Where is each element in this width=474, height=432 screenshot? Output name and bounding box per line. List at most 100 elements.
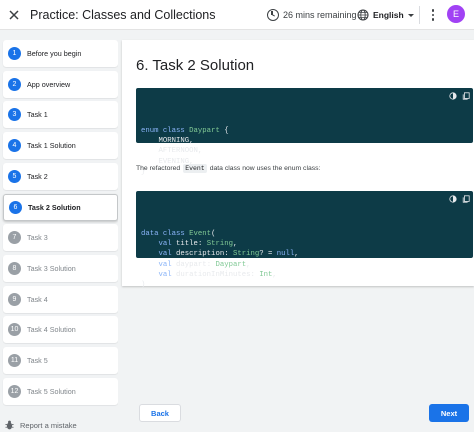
chevron-down-icon bbox=[407, 13, 414, 17]
code-token: enum class bbox=[141, 126, 190, 135]
code-token: , bbox=[246, 260, 251, 269]
sidebar-step[interactable]: 7 Task 3 bbox=[3, 224, 118, 252]
sidebar-step[interactable]: 4 Task 1 Solution bbox=[3, 132, 118, 160]
step-label: Task 4 Solution bbox=[27, 325, 76, 335]
step-label: Task 3 bbox=[27, 233, 48, 243]
sidebar-step[interactable]: 9 Task 4 bbox=[3, 285, 118, 313]
time-remaining-text: 26 mins remaining bbox=[283, 10, 357, 20]
code-token: , bbox=[272, 271, 277, 280]
sidebar-step[interactable]: 2 App overview bbox=[3, 70, 118, 98]
sidebar-step[interactable]: 6 Task 2 Solution bbox=[3, 193, 118, 221]
paragraph-text-start: The refactored bbox=[136, 165, 181, 172]
code-block-enum: enum class Daypart { MORNING, AFTERNOON,… bbox=[136, 88, 473, 176]
inline-code: Event bbox=[183, 164, 207, 173]
sidebar-step[interactable]: 3 Task 1 bbox=[3, 101, 118, 129]
code-token: Int bbox=[259, 271, 273, 280]
sidebar-step[interactable]: 1 Before you begin bbox=[3, 40, 118, 67]
step-number: 6 bbox=[9, 200, 22, 214]
code-token: Daypart bbox=[215, 260, 247, 269]
step-number: 12 bbox=[8, 384, 21, 398]
code-block-data-class: data class Event( val title: String, val… bbox=[136, 191, 473, 289]
step-label: App overview bbox=[27, 79, 71, 89]
code-token: , bbox=[232, 240, 238, 249]
sidebar-step[interactable]: 5 Task 2 bbox=[3, 162, 118, 190]
code-token: , bbox=[294, 250, 299, 259]
step-label: Task 3 Solution bbox=[27, 263, 76, 273]
next-button[interactable]: Next bbox=[429, 404, 469, 422]
code-token: ) bbox=[141, 281, 146, 290]
theme-toggle-icon[interactable] bbox=[449, 195, 457, 203]
step-title: 6. Task 2 Solution bbox=[136, 57, 255, 74]
code-line: val daypart: Daypart, bbox=[141, 260, 473, 270]
code-token: : bbox=[197, 240, 207, 249]
copy-icon[interactable] bbox=[462, 195, 470, 203]
bug-icon bbox=[5, 420, 14, 430]
step-number: 1 bbox=[8, 47, 21, 60]
step-number: 7 bbox=[8, 231, 21, 245]
code-line: ) bbox=[141, 280, 473, 290]
more-options-button[interactable] bbox=[428, 6, 438, 24]
code-token: String bbox=[232, 250, 260, 259]
step-label: Before you begin bbox=[27, 49, 82, 58]
avatar[interactable]: E bbox=[447, 5, 465, 23]
close-icon bbox=[9, 9, 19, 20]
code-line: enum class Daypart { bbox=[141, 126, 473, 136]
close-button[interactable] bbox=[0, 0, 28, 30]
code-token: ? = bbox=[259, 250, 277, 259]
sidebar-step[interactable]: 8 Task 3 Solution bbox=[3, 254, 118, 282]
code-token: val bbox=[141, 260, 177, 269]
code-token: String bbox=[206, 240, 233, 249]
code-token: title bbox=[176, 240, 198, 249]
code-token: Event bbox=[189, 229, 212, 238]
code-token: val bbox=[141, 271, 177, 280]
code-token: AFTERNOON, bbox=[141, 147, 203, 156]
step-number: 9 bbox=[8, 292, 21, 306]
code-token: description bbox=[176, 250, 225, 259]
code-token: durationInMinutes bbox=[176, 271, 251, 280]
globe-icon bbox=[357, 9, 369, 21]
step-label: Task 4 bbox=[27, 294, 48, 304]
step-label: Task 2 bbox=[27, 171, 48, 181]
sidebar-step[interactable]: 12 Task 5 Solution bbox=[3, 377, 118, 405]
code-line: val description: String? = null, bbox=[141, 249, 473, 259]
step-label: Task 5 Solution bbox=[27, 386, 76, 396]
page-title: Practice: Classes and Collections bbox=[30, 7, 216, 22]
code-token: data class bbox=[141, 229, 190, 238]
theme-toggle-icon[interactable] bbox=[449, 92, 457, 100]
code-line: val durationInMinutes: Int, bbox=[141, 270, 473, 280]
code-token: { bbox=[219, 126, 229, 135]
step-label: Task 1 Solution bbox=[27, 141, 76, 151]
code-token: val bbox=[141, 250, 177, 259]
code-token: Daypart bbox=[189, 126, 220, 135]
code-token: null bbox=[276, 250, 295, 259]
step-number: 11 bbox=[8, 354, 21, 367]
step-label: Task 2 Solution bbox=[28, 202, 81, 212]
report-mistake-link[interactable]: Report a mistake bbox=[5, 419, 77, 431]
code-token: : bbox=[250, 271, 260, 280]
code-token: daypart bbox=[176, 260, 207, 269]
back-button[interactable]: Back bbox=[139, 404, 181, 422]
sidebar-step[interactable]: 10 Task 4 Solution bbox=[3, 316, 118, 344]
more-vert-icon bbox=[431, 9, 435, 12]
code-token: : bbox=[224, 250, 233, 259]
copy-icon[interactable] bbox=[462, 92, 470, 100]
step-number: 3 bbox=[8, 108, 21, 122]
paragraph-text-end: data class now uses the enum class: bbox=[209, 165, 321, 172]
report-mistake-label: Report a mistake bbox=[20, 420, 77, 430]
sidebar-step[interactable]: 11 Task 5 bbox=[3, 347, 118, 374]
step-number: 5 bbox=[8, 169, 21, 183]
code-content: data class Event( val title: String, val… bbox=[141, 229, 473, 291]
language-selector[interactable]: English bbox=[357, 6, 414, 24]
code-toolbar bbox=[449, 195, 470, 203]
code-line: MORNING, bbox=[141, 136, 473, 146]
toolbar-divider bbox=[419, 6, 420, 24]
paragraph: The refactored Event data class now uses… bbox=[136, 164, 320, 173]
time-remaining: 26 mins remaining bbox=[267, 7, 357, 23]
top-app-bar: Practice: Classes and Collections 26 min… bbox=[0, 0, 474, 30]
code-toolbar bbox=[449, 92, 470, 100]
code-line: data class Event( bbox=[141, 229, 473, 239]
code-token: ( bbox=[211, 229, 216, 238]
step-number: 2 bbox=[8, 77, 21, 91]
clock-icon bbox=[267, 9, 279, 21]
step-number: 10 bbox=[8, 323, 21, 337]
